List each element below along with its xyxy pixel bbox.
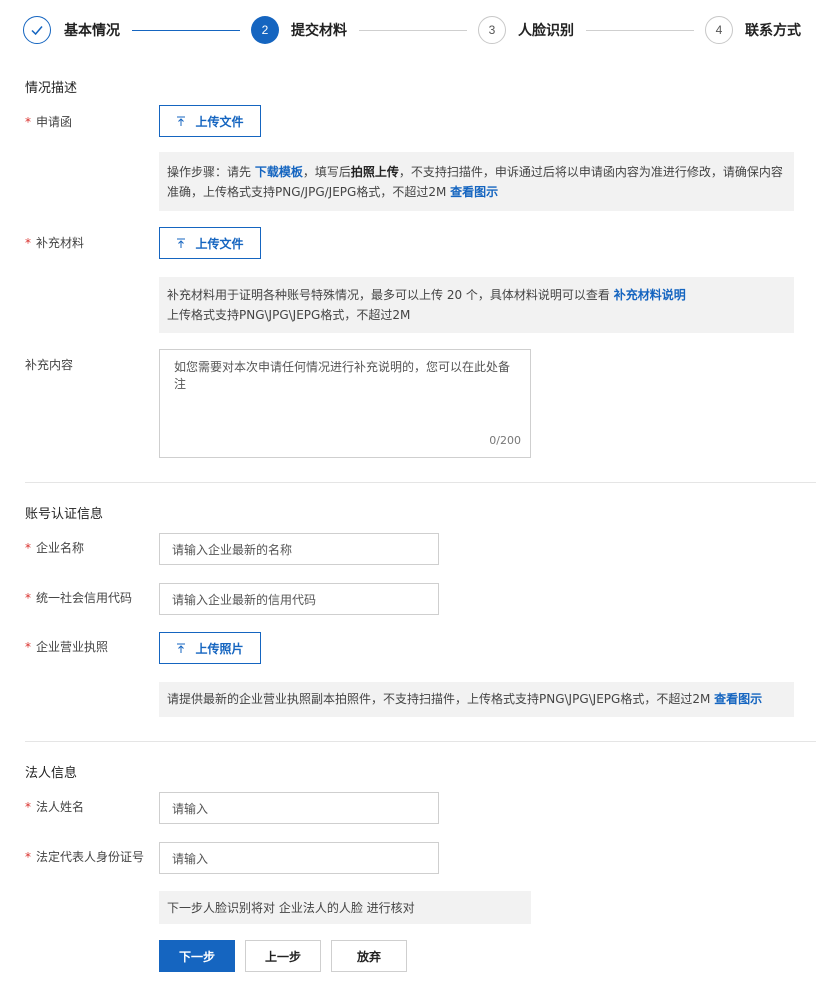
step-3-number: 3 <box>478 16 506 44</box>
upload-supplement-button[interactable]: 上传文件 <box>159 227 261 259</box>
upload-license-label: 上传照片 <box>195 641 244 656</box>
upload-supplement-label: 上传文件 <box>195 236 244 251</box>
abandon-button[interactable]: 放弃 <box>331 940 407 972</box>
supplement-description-link[interactable]: 补充材料说明 <box>614 288 686 302</box>
label-text: 法人姓名 <box>36 800 85 814</box>
label-text: 法定代表人身份证号 <box>36 850 145 864</box>
label-text: 统一社会信用代码 <box>36 591 133 605</box>
label-company-name: * 企业名称 <box>25 540 84 556</box>
placeholder: 请输入 <box>172 801 209 816</box>
label-supplementary-content: 补充内容 <box>25 358 74 372</box>
download-template-link[interactable]: 下载模板 <box>255 165 303 179</box>
info-text: ，填写后 <box>302 165 351 179</box>
step-connector-1 <box>132 30 240 31</box>
label-credit-code: * 统一社会信用代码 <box>25 590 132 606</box>
upload-icon <box>176 116 186 126</box>
letter-info-box: 操作步骤：请先 下载模板，填写后拍照上传，不支持扫描件，申诉通过后将以申请函内容… <box>159 152 794 211</box>
textarea-placeholder: 如您需要对本次申请任何情况进行补充说明的，您可以在此处备注 <box>174 360 511 391</box>
previous-step-button[interactable]: 上一步 <box>245 940 321 972</box>
label-application-letter: * 申请函 <box>25 114 72 130</box>
legal-id-number-input[interactable]: 请输入 <box>159 842 439 874</box>
step-1-label: 基本情况 <box>64 23 120 39</box>
section-divider <box>25 482 816 483</box>
info-text: 请提供最新的企业营业执照副本拍照件，不支持扫描件，上传格式支持PNG\JPG\J… <box>167 692 715 706</box>
character-counter: 0/200 <box>489 434 521 447</box>
photo-upload-emphasis: 拍照上传 <box>350 165 399 179</box>
supplement-info-line-1: 补充材料用于证明各种账号特殊情况，最多可以上传 20 个，具体材料说明可以查看 … <box>167 285 786 305</box>
step-2-label: 提交材料 <box>291 23 347 39</box>
view-example-link[interactable]: 查看图示 <box>714 692 762 706</box>
step-4-label: 联系方式 <box>745 23 801 39</box>
step-connector-3 <box>586 30 694 31</box>
upload-icon <box>176 643 186 653</box>
upload-icon <box>176 238 186 248</box>
required-mark: * <box>25 800 31 814</box>
upload-letter-button[interactable]: 上传文件 <box>159 105 261 137</box>
supplement-content-textarea[interactable]: 如您需要对本次申请任何情况进行补充说明的，您可以在此处备注 0/200 <box>159 349 531 458</box>
upload-license-button[interactable]: 上传照片 <box>159 632 261 664</box>
required-mark: * <box>25 640 31 654</box>
step-connector-2 <box>359 30 467 31</box>
info-text: 补充材料用于证明各种账号特殊情况，最多可以上传 20 个，具体材料说明可以查看 <box>167 288 614 302</box>
label-supplementary-material: * 补充材料 <box>25 235 84 251</box>
label-text: 补充材料 <box>36 236 85 250</box>
label-text: 企业名称 <box>36 541 85 555</box>
supplement-info-box: 补充材料用于证明各种账号特殊情况，最多可以上传 20 个，具体材料说明可以查看 … <box>159 277 794 333</box>
progress-steps: 基本情况 2 提交材料 3 人脸识别 4 联系方式 <box>0 0 816 62</box>
step-1-check-icon <box>23 16 51 44</box>
company-name-input[interactable]: 请输入企业最新的名称 <box>159 533 439 565</box>
required-mark: * <box>25 541 31 555</box>
legal-name-input[interactable]: 请输入 <box>159 792 439 824</box>
section-divider <box>25 741 816 742</box>
placeholder: 请输入 <box>172 851 209 866</box>
supplement-info-line-2: 上传格式支持PNG\JPG\JEPG格式，不超过2M <box>167 308 411 322</box>
license-info-box: 请提供最新的企业营业执照副本拍照件，不支持扫描件，上传格式支持PNG\JPG\J… <box>159 682 794 717</box>
required-mark: * <box>25 591 31 605</box>
required-mark: * <box>25 236 31 250</box>
check-icon <box>31 26 43 36</box>
face-recognition-notice: 下一步人脸识别将对 企业法人的人脸 进行核对 <box>159 891 531 924</box>
placeholder: 请输入企业最新的名称 <box>172 542 293 557</box>
required-mark: * <box>25 115 31 129</box>
view-example-link[interactable]: 查看图示 <box>450 185 498 199</box>
info-text: 操作步骤：请先 <box>167 165 255 179</box>
step-3-label: 人脸识别 <box>518 23 574 39</box>
label-legal-name: * 法人姓名 <box>25 799 84 815</box>
label-text: 企业营业执照 <box>36 640 109 654</box>
next-step-button[interactable]: 下一步 <box>159 940 235 972</box>
credit-code-input[interactable]: 请输入企业最新的信用代码 <box>159 583 439 615</box>
section-title-situation: 情况描述 <box>25 81 78 96</box>
step-2-number: 2 <box>251 16 279 44</box>
label-text: 申请函 <box>36 115 73 129</box>
required-mark: * <box>25 850 31 864</box>
step-4-number: 4 <box>705 16 733 44</box>
upload-letter-label: 上传文件 <box>195 114 244 129</box>
placeholder: 请输入企业最新的信用代码 <box>172 592 317 607</box>
section-title-legal: 法人信息 <box>25 766 78 781</box>
label-legal-id-number: * 法定代表人身份证号 <box>25 849 144 865</box>
label-business-license: * 企业营业执照 <box>25 639 108 655</box>
section-title-account: 账号认证信息 <box>25 507 104 522</box>
